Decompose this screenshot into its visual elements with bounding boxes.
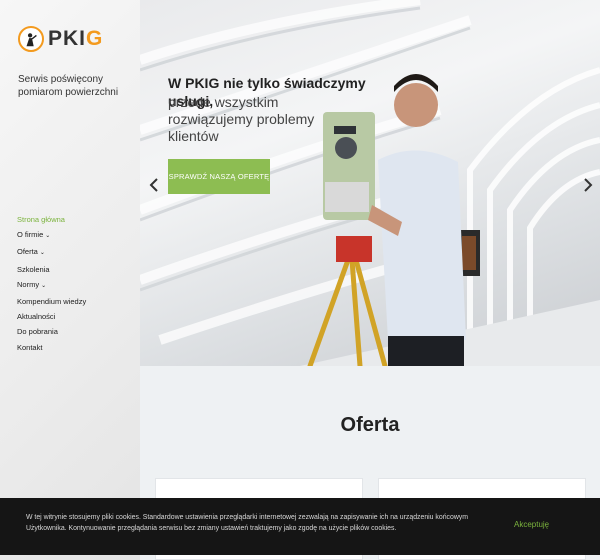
chevron-down-icon: ⌄ [45, 233, 51, 240]
cookie-accept-button[interactable]: Akceptuję [514, 520, 549, 529]
cookie-consent-bar: W tej witrynie stosujemy pliki cookies. … [0, 498, 600, 555]
offer-heading: Oferta [340, 414, 400, 436]
nav-item[interactable]: O firmie ⌄ [17, 227, 86, 244]
nav-item[interactable]: Kompendium wiedzy [17, 294, 86, 309]
nav-item-label: Do pobrania [17, 327, 58, 337]
nav-item[interactable]: Do pobrania [17, 324, 86, 339]
nav-item-label: Szkolenia [17, 264, 50, 274]
main-navigation: Strona główna O firmie ⌄ Oferta ⌄ Szkolenia No… [17, 212, 86, 355]
chevron-down-icon: ⌄ [41, 282, 47, 289]
nav-item[interactable]: Normy ⌄ [17, 277, 86, 294]
nav-item[interactable]: Strona główna [17, 212, 86, 227]
site-logo[interactable]: PKIG [18, 26, 103, 52]
hero-slider: W PKIG nie tylko świadczymy usługi, prze… [140, 0, 600, 366]
chevron-left-icon [149, 178, 158, 192]
nav-item-label: Oferta [17, 247, 38, 257]
nav-item-label: O firmie [17, 230, 44, 240]
logo-wordmark: PKIG [48, 27, 104, 50]
site-tagline: Serwis poświęcony pomiarom powierzchni [18, 74, 119, 98]
logo-surveyor-icon [18, 26, 44, 52]
nav-item[interactable]: Szkolenia [17, 262, 86, 277]
slider-prev-button[interactable] [143, 170, 165, 200]
chevron-down-icon: ⌄ [39, 250, 45, 257]
nav-item-label: Kontakt [17, 342, 43, 352]
cookie-notice-text: W tej witrynie stosujemy pliki cookies. … [26, 514, 468, 532]
sidebar: PKIG Serwis poświęcony pomiarom powierzc… [0, 0, 140, 560]
nav-item-label: Aktualności [17, 312, 56, 322]
nav-item-label: Kompendium wiedzy [17, 297, 87, 307]
hero-subtitle: przede wszystkim rozwiązujemy problemy k… [168, 94, 315, 144]
nav-item[interactable]: Oferta ⌄ [17, 244, 86, 261]
nav-item[interactable]: Aktualności [17, 309, 86, 324]
chevron-right-icon [584, 178, 593, 192]
see-offer-button[interactable]: Sprawdź naszą ofertę [168, 159, 270, 194]
nav-item[interactable]: Kontakt [17, 340, 86, 355]
nav-item-label: Normy [17, 279, 40, 289]
nav-item-label: Strona główna [17, 215, 65, 224]
slider-next-button[interactable] [577, 170, 599, 200]
